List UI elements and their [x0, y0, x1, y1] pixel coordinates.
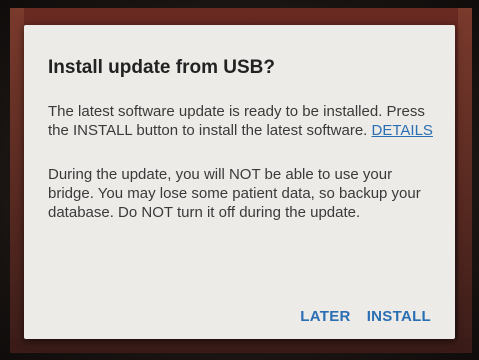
dialog-title: Install update from USB? [48, 57, 275, 78]
background-app-left-strip [10, 8, 24, 353]
dialog-body: The latest software update is ready to b… [48, 102, 438, 222]
background-app-right-strip [458, 8, 472, 353]
background-app-bottom-strip [10, 339, 472, 353]
install-update-dialog: Install update from USB? The latest soft… [24, 25, 455, 339]
install-button[interactable]: INSTALL [367, 308, 431, 325]
details-link[interactable]: DETAILS [372, 122, 433, 139]
later-button[interactable]: LATER [300, 308, 350, 325]
dialog-message-1-text: The latest software update is ready to b… [48, 103, 425, 139]
dialog-actions: LATER INSTALL [300, 308, 431, 325]
dialog-message-2: During the update, you will NOT be able … [48, 166, 421, 221]
dialog-message-1: The latest software update is ready to b… [48, 102, 438, 140]
